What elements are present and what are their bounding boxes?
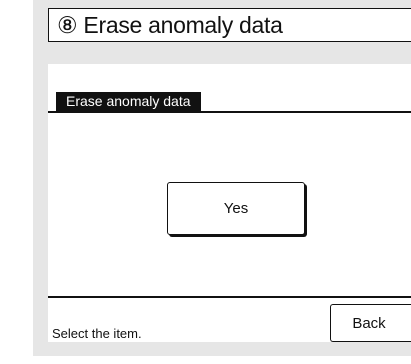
remote-control-screen: Erase anomaly data Yes Back Select the i… bbox=[48, 64, 411, 342]
step-number: ⑧ bbox=[57, 12, 78, 38]
status-message: Select the item. bbox=[52, 326, 142, 341]
step-title: ⑧ Erase anomaly data bbox=[57, 12, 283, 39]
yes-button[interactable]: Yes bbox=[167, 182, 305, 235]
back-button-label: Back bbox=[352, 314, 386, 332]
back-button[interactable]: Back bbox=[330, 304, 411, 342]
header-divider bbox=[48, 111, 411, 113]
step-title-label: Erase anomaly data bbox=[83, 12, 283, 38]
step-title-box: ⑧ Erase anomaly data bbox=[48, 8, 411, 42]
screen-header-label: Erase anomaly data bbox=[56, 92, 201, 111]
footer-divider bbox=[48, 296, 411, 298]
yes-button-label: Yes bbox=[223, 200, 249, 217]
